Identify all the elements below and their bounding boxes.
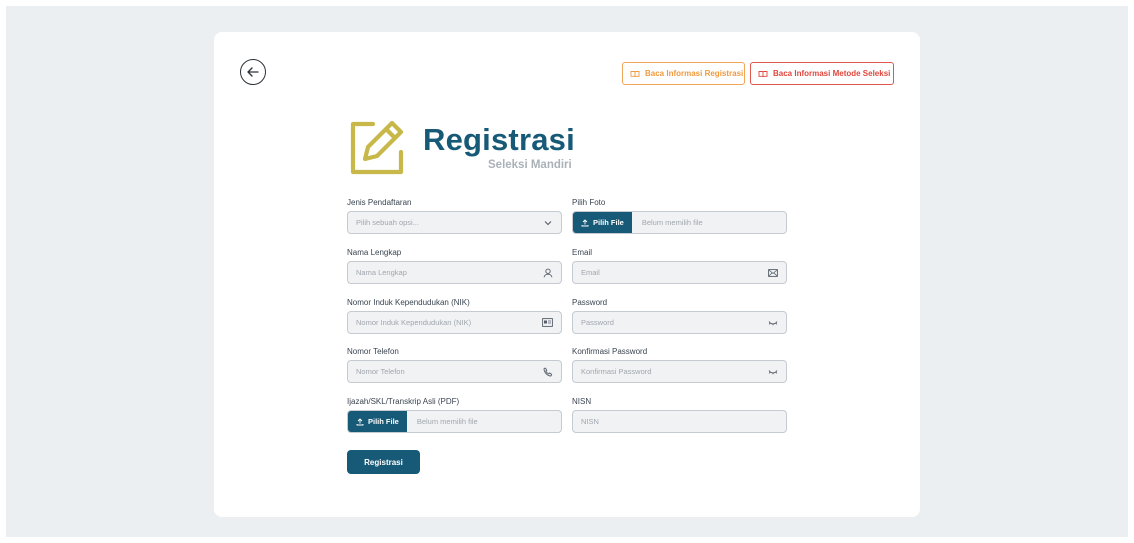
mail-icon [767, 267, 778, 278]
nisn-placeholder: NISN [581, 417, 599, 426]
info-registrasi-label: Baca Informasi Registrasi [645, 69, 744, 78]
info-metode-seleksi-button[interactable]: Baca Informasi Metode Seleksi [750, 62, 894, 85]
nik-label: Nomor Induk Kependudukan (NIK) [347, 298, 470, 307]
jenis-pendaftaran-placeholder: Pilih sebuah opsi... [356, 218, 419, 227]
konfirmasi-password-input[interactable]: Konfirmasi Password [572, 360, 787, 383]
edit-logo-icon [350, 120, 404, 175]
pilih-foto-label: Pilih Foto [572, 198, 606, 207]
upload-icon [356, 417, 364, 425]
chevron-down-icon [542, 217, 553, 228]
nomor-telefon-input[interactable]: Nomor Telefon [347, 360, 562, 383]
info-metode-seleksi-label: Baca Informasi Metode Seleksi [773, 69, 891, 78]
eye-closed-icon[interactable] [767, 317, 778, 328]
info-registrasi-button[interactable]: Baca Informasi Registrasi [622, 62, 745, 85]
konfirmasi-password-placeholder: Konfirmasi Password [581, 367, 652, 376]
nama-lengkap-input[interactable]: Nama Lengkap [347, 261, 562, 284]
registration-card [214, 32, 920, 517]
id-card-icon [542, 317, 553, 328]
page-subtitle: Seleksi Mandiri [488, 159, 572, 171]
password-placeholder: Password [581, 318, 614, 327]
email-placeholder: Email [581, 268, 600, 277]
ijazah-pilih-file-button[interactable]: Pilih File [348, 411, 407, 432]
book-icon [630, 70, 640, 77]
email-label: Email [572, 248, 593, 257]
jenis-pendaftaran-label: Jenis Pendaftaran [347, 198, 412, 207]
page-title: Registrasi [423, 122, 575, 157]
pilih-foto-status: Belum memilih file [641, 218, 703, 227]
nama-lengkap-placeholder: Nama Lengkap [356, 268, 407, 277]
back-button[interactable] [240, 59, 266, 85]
nik-placeholder: Nomor Induk Kependudukan (NIK) [356, 318, 472, 327]
ijazah-status: Belum memilih file [416, 417, 478, 426]
arrow-left-icon [247, 67, 259, 77]
email-input[interactable]: Email [572, 261, 787, 284]
password-label: Password [572, 298, 608, 307]
password-input[interactable]: Password [572, 311, 787, 334]
ijazah-button-label: Pilih File [368, 417, 399, 426]
nisn-input[interactable]: NISN [572, 410, 787, 433]
registrasi-submit-button[interactable]: Registrasi [347, 450, 420, 474]
ijazah-label: Ijazah/SKL/Transkrip Asli (PDF) [347, 397, 460, 406]
konfirmasi-password-label: Konfirmasi Password [572, 347, 648, 356]
pilih-foto-button-label: Pilih File [593, 218, 624, 227]
upload-icon [581, 218, 589, 226]
book-icon [758, 70, 768, 77]
nik-input[interactable]: Nomor Induk Kependudukan (NIK) [347, 311, 562, 334]
nomor-telefon-placeholder: Nomor Telefon [356, 367, 405, 376]
nama-lengkap-label: Nama Lengkap [347, 248, 402, 257]
eye-closed-icon[interactable] [767, 366, 778, 377]
pilih-foto-input[interactable]: Pilih File Belum memilih file [572, 211, 787, 234]
pilih-foto-button[interactable]: Pilih File [573, 212, 632, 233]
phone-icon [542, 366, 553, 377]
nomor-telefon-label: Nomor Telefon [347, 347, 399, 356]
jenis-pendaftaran-select[interactable]: Pilih sebuah opsi... [347, 211, 562, 234]
user-icon [542, 267, 553, 278]
ijazah-input[interactable]: Pilih File Belum memilih file [347, 410, 562, 433]
nisn-label: NISN [572, 397, 592, 406]
